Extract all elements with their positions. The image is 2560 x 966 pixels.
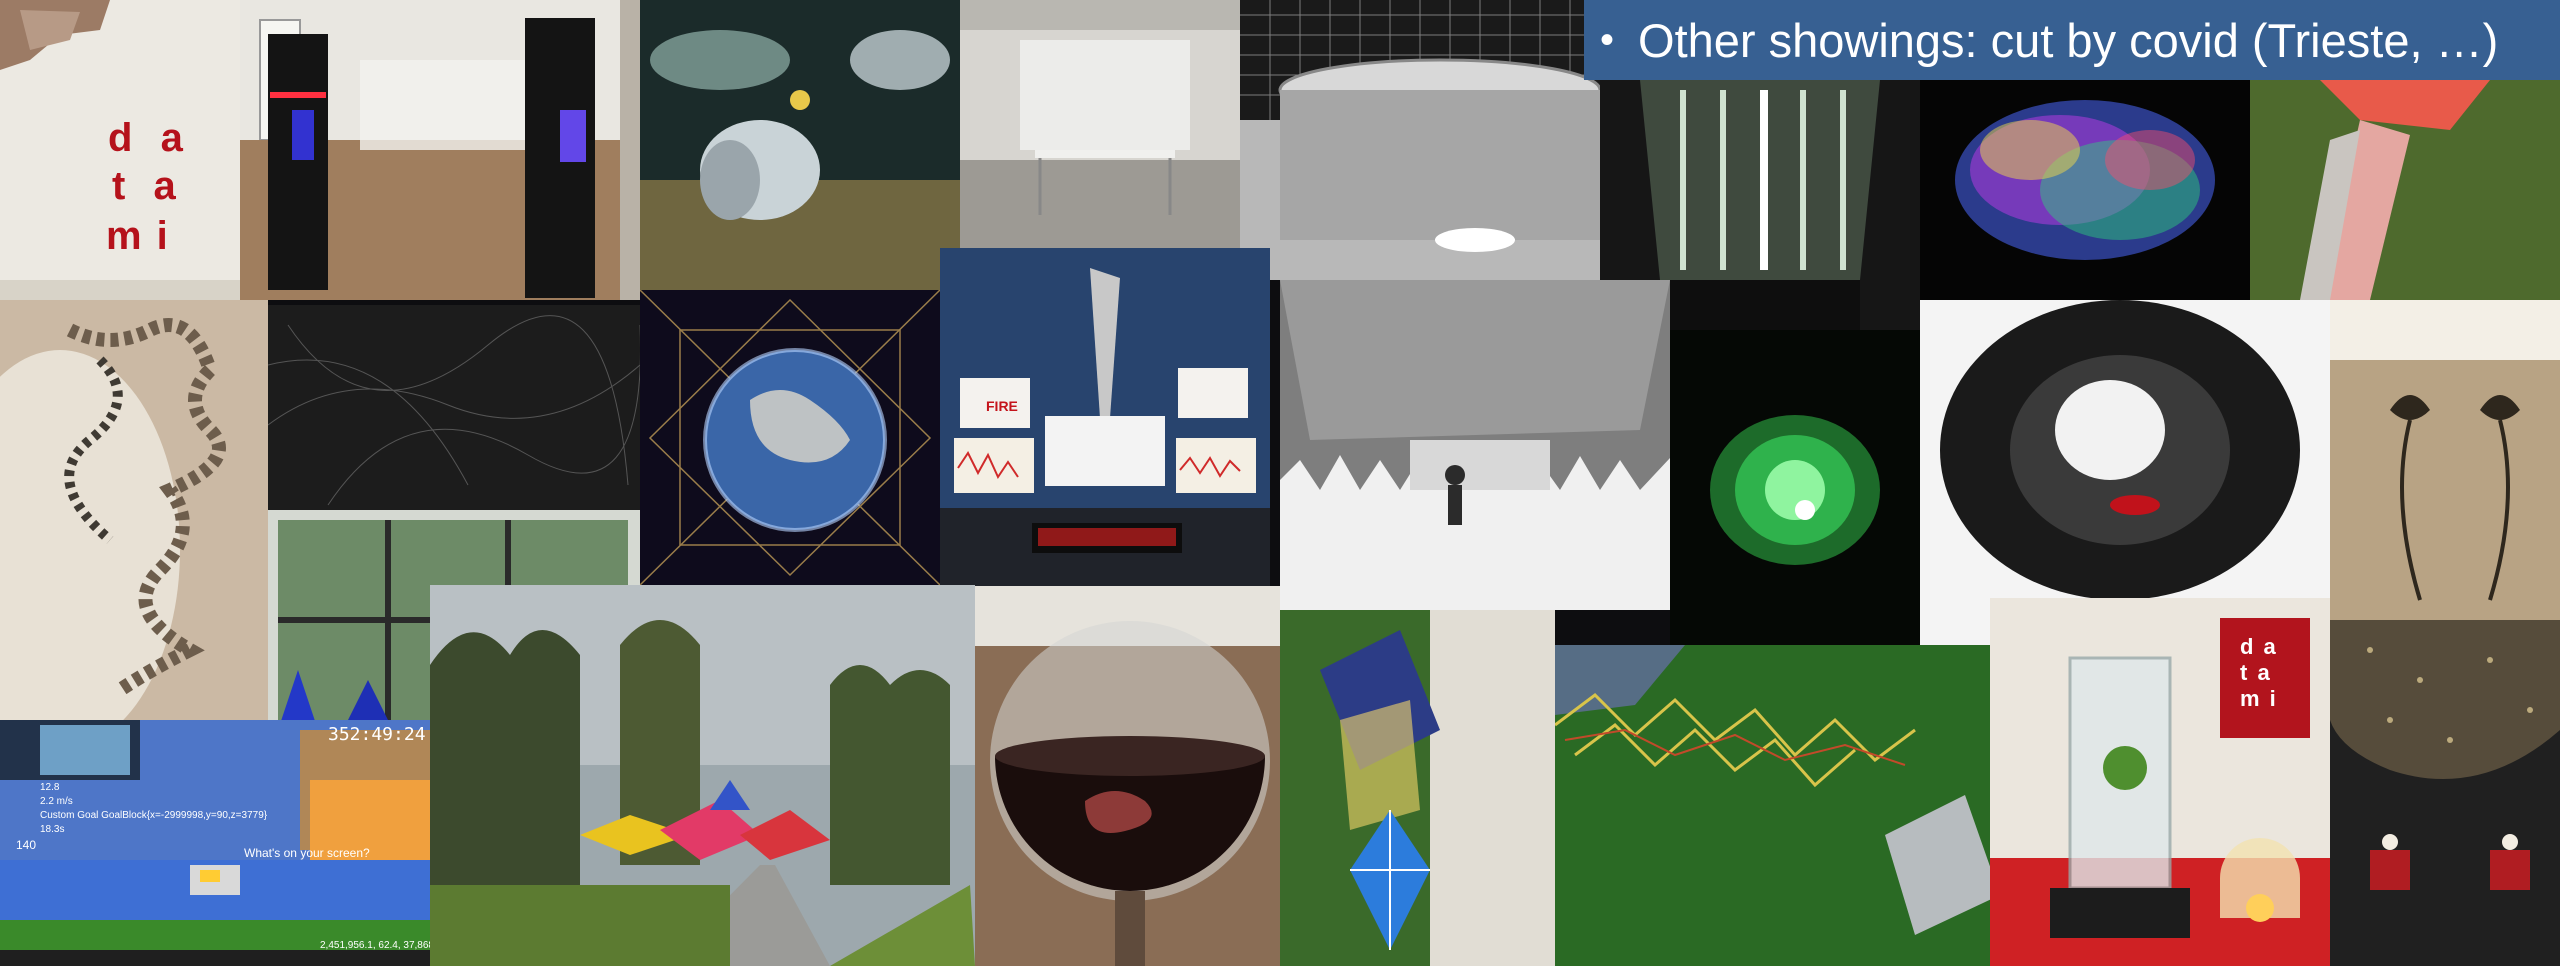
minecraft-coords: 2,451,956.1, 62.4, 37,868.8 <box>320 940 430 951</box>
hanging-sculpture-photo <box>0 300 268 720</box>
kites-floor-photo <box>1280 610 1555 966</box>
title-banner: • Other showings: cut by covid (Trieste,… <box>1584 0 2560 80</box>
green-radial-light-photo <box>1670 330 1920 645</box>
fire-sign-label: FIRE <box>986 398 1018 414</box>
datami-logo-row1: d a <box>108 116 185 160</box>
geometric-structure-lawn-photo <box>1555 645 2010 966</box>
datami-small-row3: m i <box>2240 686 2278 711</box>
gallery-towers-photo <box>240 0 640 300</box>
anechoic-chamber-photo <box>1280 280 1670 610</box>
banner-text: Other showings: cut by covid (Trieste, …… <box>1638 13 2499 67</box>
park-pavilion-photo <box>430 585 975 966</box>
bw-swirl-photo <box>1920 300 2330 645</box>
minecraft-hud-line-1: 12.8 <box>40 782 60 793</box>
minecraft-hud-line-4: 18.3s <box>40 824 65 835</box>
minecraft-hud-line-2: 2.2 m/s <box>40 796 73 807</box>
outdoor-tent-photo <box>2250 80 2560 300</box>
metal-drum-photo <box>1240 0 1600 280</box>
blue-room-cone-photo: FIRE <box>940 248 1270 586</box>
gallery-table-photo <box>960 0 1240 248</box>
datami-logo-row3: m i <box>106 214 170 258</box>
glass-sphere-photo <box>975 586 1280 966</box>
datami-small-row2: t a <box>2240 660 2272 685</box>
minecraft-clock: 352:49:24 <box>328 724 426 745</box>
banner-bullet: • <box>1600 17 1615 62</box>
wire-brain-sculpture-photo <box>1920 80 2250 300</box>
datami-small-row1: d a <box>2240 634 2278 659</box>
minecraft-screenshot: 352:49:24 12.8 2.2 m/s Custom Goal GoalB… <box>0 720 430 966</box>
earth-geometry-photo <box>640 290 940 585</box>
dark-network-photo <box>268 305 640 510</box>
glitter-figurines-photo <box>2330 620 2560 966</box>
minecraft-hud-line-3: Custom Goal GoalBlock{x=-2999998,y=90,z=… <box>40 810 268 821</box>
datami-logo-row2: t a <box>112 164 178 208</box>
photo-collage: d a t a m i FIRE d a t a m i 352:49:24 1… <box>0 0 2560 966</box>
plant-vitrine-photo <box>1990 598 2330 966</box>
underwater-device-photo <box>640 0 960 290</box>
minecraft-level: 140 <box>16 838 37 852</box>
minecraft-chat-message: What's on your screen? <box>244 846 370 860</box>
sepia-flowers-photo <box>2330 300 2560 620</box>
